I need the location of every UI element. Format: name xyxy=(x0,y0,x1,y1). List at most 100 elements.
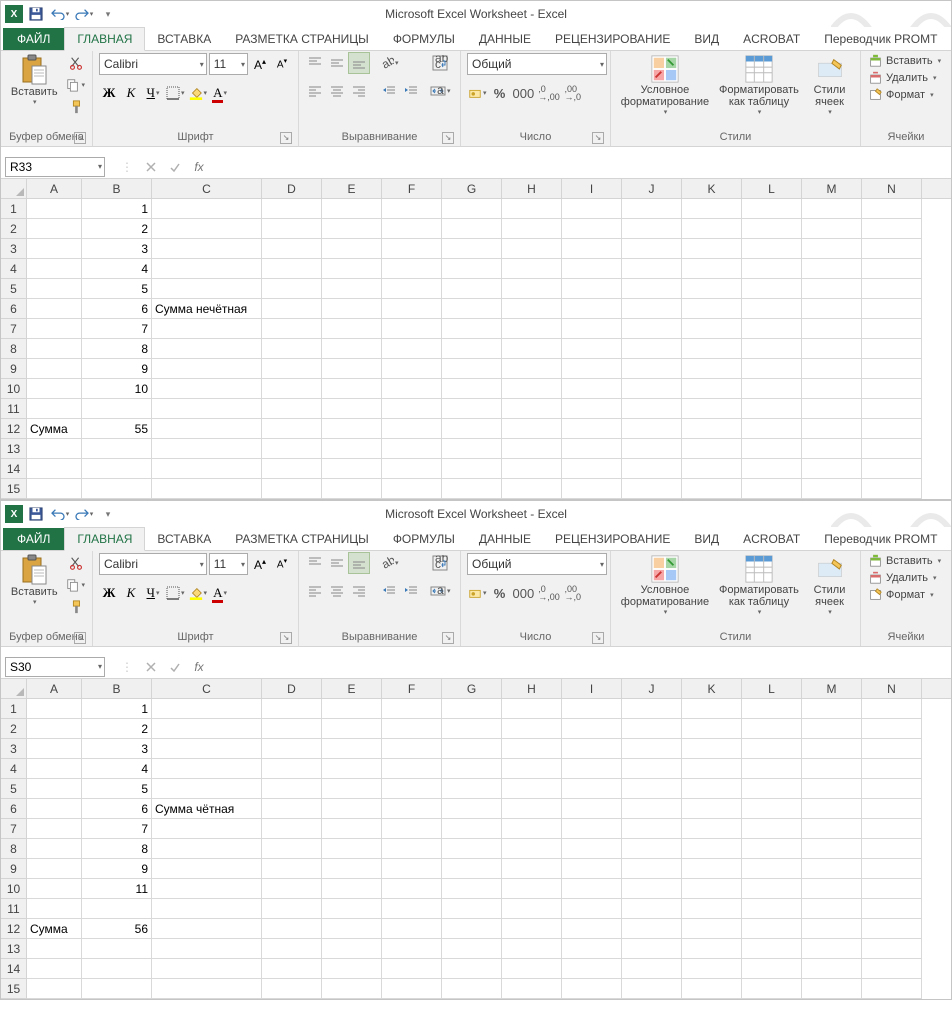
cell-C6[interactable]: Сумма нечётная xyxy=(152,299,262,319)
cell-B6[interactable]: 6 xyxy=(82,799,152,819)
cell-E5[interactable] xyxy=(322,279,382,299)
cell-H2[interactable] xyxy=(502,719,562,739)
cell-K2[interactable] xyxy=(682,219,742,239)
cell-G15[interactable] xyxy=(442,979,502,999)
cell-E11[interactable] xyxy=(322,899,382,919)
cell-D4[interactable] xyxy=(262,759,322,779)
orientation-button[interactable]: ab▾ xyxy=(379,553,400,573)
cell-H13[interactable] xyxy=(502,439,562,459)
tab-file[interactable]: ФАЙЛ xyxy=(3,28,64,50)
cell-J10[interactable] xyxy=(622,379,682,399)
cell-N2[interactable] xyxy=(862,219,922,239)
cell-E1[interactable] xyxy=(322,699,382,719)
tab-home[interactable]: ГЛАВНАЯ xyxy=(64,527,145,551)
formula-input[interactable] xyxy=(211,657,951,677)
row-header-13[interactable]: 13 xyxy=(1,939,27,959)
clipboard-launcher[interactable]: ↘ xyxy=(74,632,86,644)
tab-data[interactable]: ДАННЫЕ xyxy=(467,28,543,50)
row-header-3[interactable]: 3 xyxy=(1,739,27,759)
tab-formulas[interactable]: ФОРМУЛЫ xyxy=(381,28,467,50)
cell-B9[interactable]: 9 xyxy=(82,359,152,379)
cell-H9[interactable] xyxy=(502,859,562,879)
tab-file[interactable]: ФАЙЛ xyxy=(3,528,64,550)
cell-C6[interactable]: Сумма чётная xyxy=(152,799,262,819)
cell-C13[interactable] xyxy=(152,439,262,459)
cell-C3[interactable] xyxy=(152,239,262,259)
cell-M10[interactable] xyxy=(802,879,862,899)
cell-H12[interactable] xyxy=(502,419,562,439)
column-header-H[interactable]: H xyxy=(502,179,562,198)
cell-M6[interactable] xyxy=(802,299,862,319)
increase-decimal-button[interactable]: ,0→,00 xyxy=(537,583,561,603)
cell-H7[interactable] xyxy=(502,819,562,839)
cell-J6[interactable] xyxy=(622,299,682,319)
cell-M14[interactable] xyxy=(802,959,862,979)
row-header-15[interactable]: 15 xyxy=(1,979,27,999)
fill-color-button[interactable]: ▾ xyxy=(188,583,209,603)
cell-H4[interactable] xyxy=(502,259,562,279)
cell-M12[interactable] xyxy=(802,919,862,939)
cell-L14[interactable] xyxy=(742,459,802,479)
cell-A10[interactable] xyxy=(27,379,82,399)
cell-G9[interactable] xyxy=(442,359,502,379)
select-all-button[interactable] xyxy=(1,179,27,198)
cell-C7[interactable] xyxy=(152,819,262,839)
qat-undo-button[interactable]: ▾ xyxy=(49,503,71,525)
cell-L3[interactable] xyxy=(742,239,802,259)
cell-N10[interactable] xyxy=(862,879,922,899)
cell-J1[interactable] xyxy=(622,699,682,719)
cell-F14[interactable] xyxy=(382,459,442,479)
row-header-14[interactable]: 14 xyxy=(1,959,27,979)
cell-J14[interactable] xyxy=(622,459,682,479)
cell-E13[interactable] xyxy=(322,939,382,959)
tab-view[interactable]: ВИД xyxy=(682,28,731,50)
cell-D7[interactable] xyxy=(262,819,322,839)
cell-B8[interactable]: 8 xyxy=(82,339,152,359)
tab-acrobat[interactable]: ACROBAT xyxy=(731,28,812,50)
cell-J13[interactable] xyxy=(622,439,682,459)
column-header-A[interactable]: A xyxy=(27,679,82,698)
cell-H3[interactable] xyxy=(502,739,562,759)
cell-K12[interactable] xyxy=(682,919,742,939)
cell-I7[interactable] xyxy=(562,819,622,839)
cell-L8[interactable] xyxy=(742,839,802,859)
cell-I13[interactable] xyxy=(562,439,622,459)
cell-G4[interactable] xyxy=(442,759,502,779)
cell-J9[interactable] xyxy=(622,859,682,879)
cell-L15[interactable] xyxy=(742,479,802,499)
cell-I2[interactable] xyxy=(562,219,622,239)
cell-M4[interactable] xyxy=(802,259,862,279)
cell-M13[interactable] xyxy=(802,439,862,459)
cell-D6[interactable] xyxy=(262,799,322,819)
cell-I3[interactable] xyxy=(562,239,622,259)
cell-A12[interactable]: Сумма xyxy=(27,419,82,439)
cell-H12[interactable] xyxy=(502,919,562,939)
tab-data[interactable]: ДАННЫЕ xyxy=(467,528,543,550)
row-header-4[interactable]: 4 xyxy=(1,759,27,779)
row-header-6[interactable]: 6 xyxy=(1,299,27,319)
cancel-button[interactable] xyxy=(139,156,163,178)
column-header-A[interactable]: A xyxy=(27,179,82,198)
tab-review[interactable]: РЕЦЕНЗИРОВАНИЕ xyxy=(543,28,682,50)
align-left-button[interactable] xyxy=(305,581,325,601)
tab-acrobat[interactable]: ACROBAT xyxy=(731,528,812,550)
cell-H10[interactable] xyxy=(502,379,562,399)
cell-A4[interactable] xyxy=(27,759,82,779)
cell-E6[interactable] xyxy=(322,299,382,319)
font-size-combo[interactable]: 11▾ xyxy=(209,53,248,75)
cell-G6[interactable] xyxy=(442,799,502,819)
column-header-M[interactable]: M xyxy=(802,679,862,698)
cell-D13[interactable] xyxy=(262,439,322,459)
cell-L4[interactable] xyxy=(742,759,802,779)
cell-H2[interactable] xyxy=(502,219,562,239)
cell-K6[interactable] xyxy=(682,299,742,319)
cell-D5[interactable] xyxy=(262,779,322,799)
name-box[interactable]: S30▾ xyxy=(5,657,105,677)
cell-G5[interactable] xyxy=(442,279,502,299)
format-painter-button[interactable] xyxy=(65,97,86,117)
cell-D10[interactable] xyxy=(262,379,322,399)
cell-K9[interactable] xyxy=(682,859,742,879)
cell-D8[interactable] xyxy=(262,839,322,859)
cell-K5[interactable] xyxy=(682,779,742,799)
cell-F4[interactable] xyxy=(382,259,442,279)
